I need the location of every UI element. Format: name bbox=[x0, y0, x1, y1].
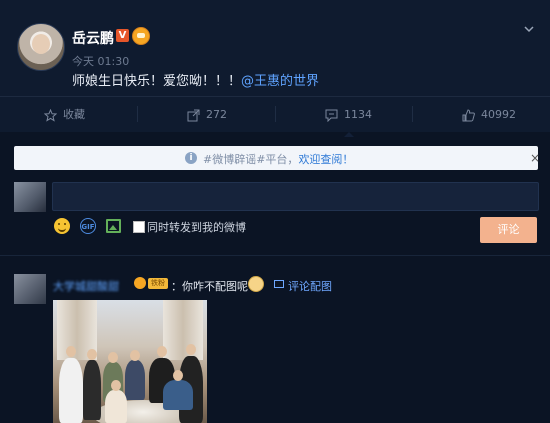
fan-badge-icon bbox=[132, 27, 150, 45]
notice-link[interactable]: 欢迎查阅！ bbox=[298, 153, 353, 166]
user-avatar[interactable] bbox=[17, 23, 65, 71]
thumbs-up-icon bbox=[462, 108, 475, 121]
comment-input[interactable] bbox=[52, 182, 539, 211]
submit-comment-button[interactable]: 评论 bbox=[480, 217, 537, 243]
my-avatar bbox=[14, 182, 46, 212]
action-divider bbox=[412, 106, 413, 122]
photo-head bbox=[66, 346, 76, 357]
photo-head bbox=[111, 380, 121, 391]
image-icon[interactable] bbox=[106, 219, 121, 233]
member-badge-icon bbox=[134, 277, 146, 289]
action-divider bbox=[137, 106, 138, 122]
verified-badge-icon: V bbox=[116, 29, 129, 42]
repost-icon bbox=[187, 109, 200, 121]
post-text: 师娘生日快乐！爱您呦！！！@王惠的世界 bbox=[72, 70, 319, 89]
repost-button[interactable]: 272 bbox=[187, 97, 227, 133]
forward-checkbox[interactable] bbox=[133, 221, 145, 233]
info-icon: i bbox=[185, 152, 197, 164]
photo-person bbox=[83, 360, 101, 420]
picture-icon[interactable] bbox=[274, 280, 284, 288]
photo-person bbox=[163, 380, 193, 410]
comment-button[interactable]: 1134 bbox=[325, 97, 372, 137]
post-username[interactable]: 岳云鹏 bbox=[72, 28, 114, 48]
post-body: 师娘生日快乐！爱您呦！！！ bbox=[72, 74, 242, 89]
commenter-avatar[interactable] bbox=[14, 274, 46, 304]
photo-person bbox=[125, 360, 145, 400]
rumor-notice-bar: i #微博辟谣#平台，欢迎查阅！ × bbox=[14, 146, 540, 170]
photo-head bbox=[186, 344, 196, 355]
favorite-label: 收藏 bbox=[63, 108, 85, 121]
like-count: 40992 bbox=[481, 108, 516, 121]
photo-head bbox=[130, 350, 140, 361]
notice-hashtag[interactable]: #微博辟谣#平台， bbox=[203, 153, 298, 166]
notice-text: #微博辟谣#平台，欢迎查阅！ bbox=[203, 151, 353, 167]
photo-person bbox=[59, 358, 83, 423]
comment-picture-link[interactable]: 评论配图 bbox=[288, 278, 332, 294]
comment-photo[interactable] bbox=[53, 300, 207, 423]
emoji-icon[interactable] bbox=[54, 218, 70, 234]
photo-head bbox=[173, 370, 183, 381]
comment-count: 1134 bbox=[344, 108, 372, 121]
gif-icon[interactable]: GIF bbox=[80, 218, 96, 234]
star-icon bbox=[44, 108, 57, 122]
forward-label[interactable]: 同时转发到我的微博 bbox=[147, 219, 246, 235]
section-divider bbox=[0, 255, 550, 256]
photo-head bbox=[87, 349, 97, 360]
comment-text: ：你咋不配图呢 bbox=[171, 280, 248, 293]
action-divider bbox=[275, 106, 276, 122]
post-timestamp[interactable]: 今天 01:30 bbox=[72, 53, 129, 69]
fan-level-badge: 铁粉 bbox=[148, 278, 168, 289]
close-icon[interactable]: × bbox=[530, 151, 540, 165]
commenter-username[interactable]: 大学城甜酸甜 bbox=[53, 278, 119, 294]
photo-person bbox=[105, 390, 127, 423]
avatar-face bbox=[32, 34, 50, 54]
comment-icon bbox=[325, 109, 338, 122]
photo-head bbox=[108, 352, 118, 363]
repost-count: 272 bbox=[206, 108, 227, 121]
favorite-button[interactable]: 收藏 bbox=[44, 97, 85, 133]
like-button[interactable]: 40992 bbox=[462, 97, 516, 133]
chevron-down-icon[interactable] bbox=[524, 24, 534, 34]
cat-emoji-icon bbox=[248, 276, 264, 292]
photo-head bbox=[157, 346, 167, 357]
mention-link[interactable]: @王惠的世界 bbox=[241, 74, 319, 89]
photo-curtain bbox=[163, 300, 203, 360]
